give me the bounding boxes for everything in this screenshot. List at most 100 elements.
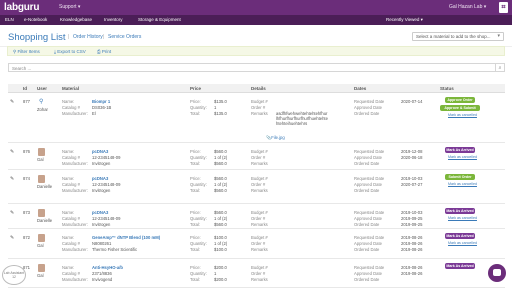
remarks-label: Remarks	[251, 247, 268, 252]
status-action-button[interactable]: Approve Order	[445, 97, 475, 103]
mark-cancelled-link[interactable]: Mark as cancelled	[448, 182, 477, 186]
price-label: Price:	[190, 210, 201, 215]
price-label: Price:	[190, 99, 201, 104]
filter-items-button[interactable]: ⚲ Filter Items	[13, 49, 40, 55]
requested-date: 2019-08-26	[401, 235, 423, 240]
labguru-logo[interactable]: labguru	[4, 2, 39, 13]
catalog-label: Catalog #	[62, 182, 80, 187]
quantity-label: Quantity:	[190, 241, 207, 246]
requested-label: Requested Date	[354, 235, 385, 240]
edit-icon[interactable]: ✎	[10, 210, 14, 216]
name-label: Name:	[62, 210, 75, 215]
approved-label: Approved Date	[354, 241, 382, 246]
material-name-link[interactable]: GeneAmp™ dNTP Blend (100 mM)	[92, 235, 160, 240]
export-csv-button[interactable]: ⤓ Export to CSV	[54, 49, 86, 54]
edit-icon[interactable]: ✎	[10, 99, 14, 105]
qr-icon[interactable]: ⌗	[499, 2, 508, 13]
quantity-value: 1 of (2)	[214, 155, 228, 160]
edit-icon[interactable]: ✎	[10, 235, 14, 241]
requested-label: Requested Date	[354, 210, 385, 215]
total-label: Total:	[190, 222, 201, 227]
table-row[interactable]: ✎ 872 Gal Name: GeneAmp™ dNTP Blend (100 mM)…	[8, 229, 505, 259]
status-action-button[interactable]: Mark As Arrived	[445, 147, 475, 153]
manufacturer-label: Manufacturer:	[62, 111, 88, 116]
catalog-value: DS036-1B	[92, 105, 112, 110]
support-menu[interactable]: Support ▾	[59, 4, 80, 10]
approved-date: 2019-08-26	[401, 271, 423, 276]
table-row[interactable]: ✎ 877 ⚲ Zohar Name: Biompr 1 Catalog # DS036-1B…	[8, 93, 505, 143]
edit-icon[interactable]: ✎	[10, 149, 14, 155]
edit-icon[interactable]: ✎	[10, 176, 14, 182]
header-id: Id	[23, 86, 27, 91]
nav-knowledgebase[interactable]: Knowledgebase	[60, 17, 92, 22]
table-row[interactable]: ✎871GalName:Anti-HsyHO-a/bCatalog #2371/…	[8, 259, 505, 288]
nav-recently-viewed[interactable]: Recently Viewed ▾	[386, 17, 423, 23]
user-menu[interactable]: Gal Hazan Lab ▾	[449, 4, 486, 10]
budget-label: Budget #	[251, 99, 268, 104]
mark-cancelled-link[interactable]: Mark as cancelled	[448, 241, 477, 245]
remarks-label: Remarks	[251, 111, 268, 116]
avatar	[38, 234, 45, 242]
manufacturer-label: Manufacturer:	[62, 277, 88, 282]
material-name-link[interactable]: Biompr 1	[92, 99, 110, 104]
ordered-date: 2019-08-26	[401, 247, 423, 252]
order-label: Order #	[251, 241, 266, 246]
quantity-label: Quantity:	[190, 216, 207, 221]
table-row[interactable]: ✎ 876 Gal Name: pcDNA3 Catalog # 12-2345148-09…	[8, 143, 505, 170]
status-action-button[interactable]: Mark As Arrived	[445, 208, 475, 214]
order-label: Order #	[251, 216, 266, 221]
lab-assistant-label: Lab Assistant 12	[3, 271, 25, 279]
lab-assistant-button[interactable]: Lab Assistant 12	[2, 265, 26, 285]
status-action-button[interactable]: Mark As Arrived	[445, 263, 475, 269]
status-action-button[interactable]: Submit Order	[445, 174, 475, 180]
status-action-button[interactable]: Mark As Arrived	[445, 233, 475, 239]
header-status: Status	[440, 86, 454, 91]
manufacturer-value: Invitrogen	[92, 161, 111, 166]
name-label: Name:	[62, 265, 75, 270]
print-button[interactable]: ⎙ Print	[97, 49, 111, 54]
row-user: Gal	[37, 157, 44, 162]
table-row[interactable]: ✎ 874 Danielle Name: pcDNA3 Catalog # 12-23451…	[8, 170, 505, 204]
catalog-label: Catalog #	[62, 271, 80, 276]
requested-label: Requested Date	[354, 99, 385, 104]
status-action-button[interactable]: Approve & Submit Order	[440, 105, 480, 116]
material-name-link[interactable]: Anti-HsyHO-a/b	[92, 265, 123, 270]
search-icon[interactable]: ⌕	[496, 63, 505, 72]
row-user: Danielle	[37, 184, 53, 189]
pin-icon: ⚲	[39, 99, 44, 105]
chat-button[interactable]	[488, 264, 506, 282]
row-id: 873	[23, 210, 30, 215]
manufacturer-label: Manufacturer:	[62, 222, 88, 227]
total-label: Total:	[190, 277, 201, 282]
approved-date: 2019-08-26	[401, 241, 423, 246]
mark-cancelled-link[interactable]: Mark as cancelled	[448, 155, 477, 159]
nav-storage-equipment[interactable]: Storage & Equipment	[138, 17, 181, 22]
material-name-link[interactable]: pcDNA3	[92, 176, 108, 181]
tab-order-history[interactable]: Order History	[73, 34, 103, 40]
row-user: Zohar	[37, 107, 48, 112]
nav-e-notebook[interactable]: e-Notebook	[24, 17, 47, 22]
mark-cancelled-link[interactable]: Mark as cancelled	[448, 113, 477, 117]
row-id: 874	[23, 176, 30, 181]
material-name-link[interactable]: pcDNA3	[92, 149, 108, 154]
filter-items-label: Filter Items	[17, 49, 40, 54]
table-row[interactable]: ✎ 873 Danielle Name: pcDNA3 Catalog # 12-23451…	[8, 204, 505, 229]
price-label: Price:	[190, 149, 201, 154]
requested-date: 2019-08-26	[401, 265, 423, 270]
nav-eln[interactable]: ELN	[5, 17, 14, 22]
material-name-link[interactable]: pcDNA3	[92, 210, 108, 215]
mark-cancelled-link[interactable]: Mark as cancelled	[448, 216, 477, 220]
remarks-label: Remarks	[251, 161, 268, 166]
nav-inventory[interactable]: Inventory	[104, 17, 123, 22]
search-input[interactable]: Search ...	[8, 63, 496, 72]
attachment-link[interactable]: 📎File.jpg	[266, 135, 285, 141]
quantity-label: Quantity:	[190, 182, 207, 187]
catalog-label: Catalog #	[62, 216, 80, 221]
tab-service-orders[interactable]: Service Orders	[108, 34, 141, 40]
header-details: Details	[251, 86, 266, 91]
manufacturer-label: Manufacturer:	[62, 247, 88, 252]
ordered-label: Ordered Date	[354, 222, 380, 227]
manufacturer-value: El	[92, 111, 96, 116]
add-material-select[interactable]: Select a material to add to the shop... …	[412, 32, 504, 41]
tab-separator: |	[103, 34, 105, 40]
